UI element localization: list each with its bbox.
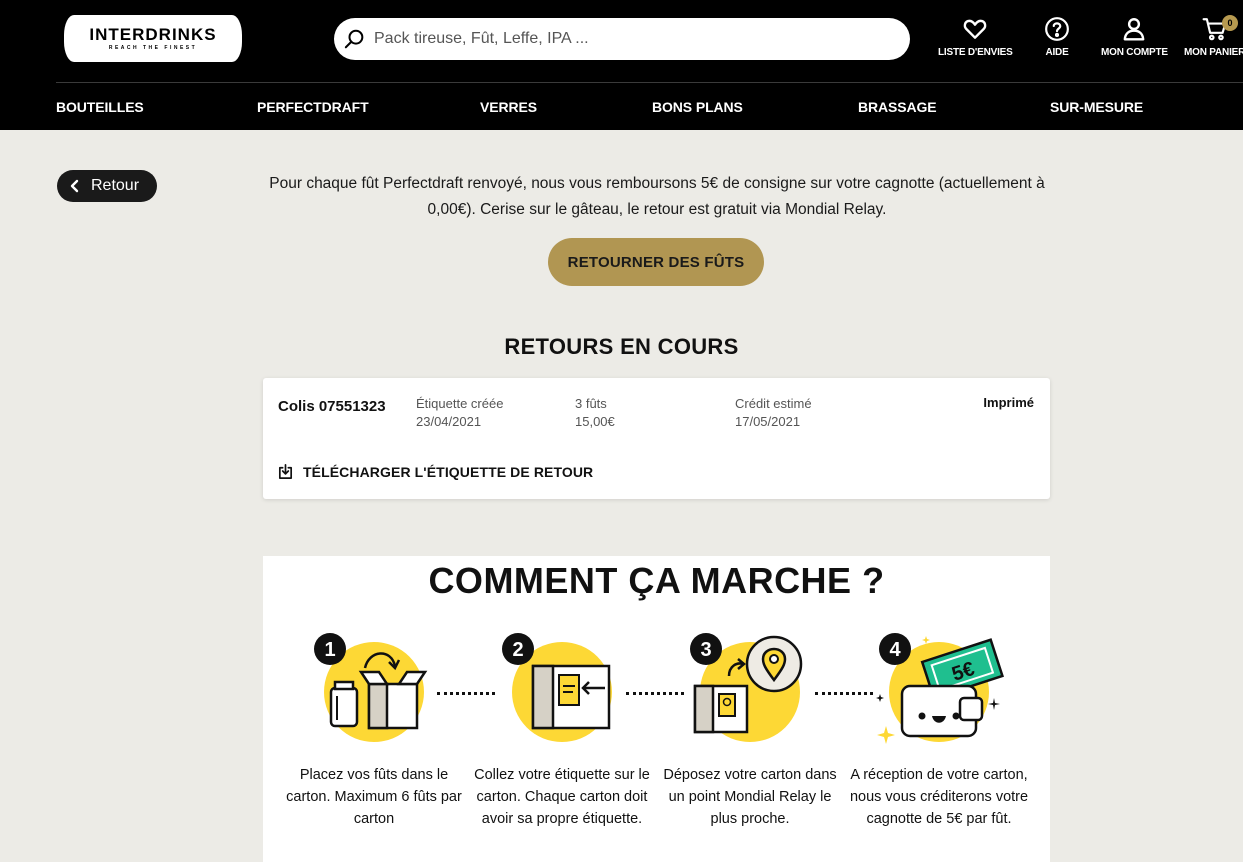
kegs-count: 3 fûts — [575, 396, 607, 411]
wishlist-link[interactable]: LISTE D'ENVIES — [938, 16, 1013, 58]
label-created-title: Étiquette créée — [416, 396, 504, 411]
download-label-link[interactable]: TÉLÉCHARGER L'ÉTIQUETTE DE RETOUR — [277, 463, 593, 480]
step-3-text: Déposez votre carton dans un point Mondi… — [663, 767, 837, 827]
back-button[interactable]: Retour — [57, 170, 157, 202]
kegs-amount: 15,00€ — [575, 414, 615, 429]
return-kegs-button[interactable]: RETOURNER DES FÛTS — [548, 238, 764, 286]
back-label: Retour — [91, 177, 140, 194]
how-title: COMMENT ÇA MARCHE ? — [428, 560, 885, 601]
box-kegs-illustration: 1 — [314, 633, 428, 742]
label-created-col: Étiquette créée 23/04/2021 — [416, 395, 503, 431]
wishlist-label: LISTE D'ENVIES — [938, 47, 1013, 58]
search-input[interactable] — [374, 18, 894, 60]
step-4-text: A réception de votre carton, nous vous c… — [849, 767, 1029, 827]
chevron-left-icon — [70, 179, 79, 193]
relay-point-illustration: 3 — [690, 633, 803, 742]
step-1-text: Placez vos fûts dans le carton. Maximum … — [286, 767, 462, 827]
intro-text: Pour chaque fût Perfectdraft renvoyé, no… — [269, 175, 1045, 218]
help-icon — [1045, 17, 1069, 41]
nav-brassage[interactable]: BRASSAGE — [858, 99, 937, 115]
download-label: TÉLÉCHARGER L'ÉTIQUETTE DE RETOUR — [303, 463, 594, 480]
step-2-text: Collez votre étiquette sur le carton. Ch… — [474, 767, 650, 827]
credit-title: Crédit estimé — [735, 396, 812, 411]
parcel-number: Colis 07551323 — [278, 398, 386, 415]
credit-date: 17/05/2021 — [735, 414, 801, 429]
top-header: INTERDRINKS REACH THE FINEST LISTE D'ENV… — [0, 0, 1243, 130]
step-3-number: 3 — [700, 639, 711, 661]
header-divider — [56, 82, 1243, 83]
nav-bons-plans[interactable]: BONS PLANS — [652, 99, 743, 115]
help-label: AIDE — [1045, 47, 1069, 58]
nav-bouteilles[interactable]: BOUTEILLES — [56, 99, 144, 115]
how-it-works-section: COMMENT ÇA MARCHE ? 1 Placez vos fûts da… — [263, 556, 1050, 862]
wallet-cash-illustration: 4 5€ — [876, 633, 1004, 744]
label-created-date: 23/04/2021 — [416, 414, 482, 429]
help-link[interactable]: AIDE — [1044, 16, 1070, 58]
account-label: MON COMPTE — [1101, 47, 1168, 58]
returns-title: RETOURS EN COURS — [504, 334, 739, 359]
logo-wordmark: INTERDRINKS — [89, 24, 217, 44]
heart-icon — [963, 19, 987, 39]
step-2-number: 2 — [512, 639, 523, 661]
brand-logo[interactable]: INTERDRINKS REACH THE FINEST — [64, 15, 242, 62]
step-4-number: 4 — [889, 639, 901, 661]
credit-col: Crédit estimé 17/05/2021 — [735, 395, 812, 431]
logo-tagline: REACH THE FINEST — [108, 44, 198, 51]
cart-label: MON PANIER — [1184, 47, 1243, 58]
status-badge: Imprimé — [983, 395, 1034, 410]
box-label-illustration: 2 — [502, 633, 612, 742]
return-card: Colis 07551323 Étiquette créée 23/04/202… — [263, 378, 1050, 499]
kegs-col: 3 fûts 15,00€ — [575, 395, 615, 431]
nav-verres[interactable]: VERRES — [480, 99, 537, 115]
account-link[interactable]: MON COMPTE — [1101, 16, 1168, 58]
cart-count-badge: 0 — [1222, 15, 1238, 31]
search-bar — [334, 18, 910, 60]
download-icon — [278, 464, 293, 479]
user-icon — [1124, 18, 1145, 41]
nav-sur-mesure[interactable]: SUR-MESURE — [1050, 99, 1143, 115]
step-1-number: 1 — [324, 639, 335, 661]
search-icon[interactable] — [344, 28, 366, 50]
nav-perfectdraft[interactable]: PERFECTDRAFT — [257, 99, 369, 115]
